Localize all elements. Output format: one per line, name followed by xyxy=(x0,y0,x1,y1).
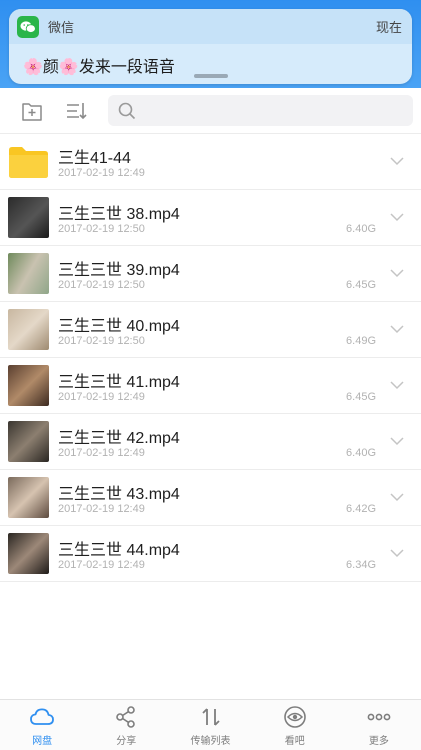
share-icon xyxy=(116,706,136,728)
more-icon xyxy=(367,713,391,721)
file-date: 2017-02-19 12:49 xyxy=(58,391,145,403)
file-date: 2017-02-19 12:49 xyxy=(58,167,145,179)
search-icon xyxy=(118,102,136,120)
file-name: 三生三世 43.mp4 xyxy=(58,486,180,503)
eye-icon xyxy=(283,706,306,728)
tab-label: 网盘 xyxy=(32,736,53,747)
video-thumbnail xyxy=(8,533,49,574)
chevron-down-icon[interactable] xyxy=(390,548,404,558)
file-size: 6.45G xyxy=(346,279,376,291)
notification-app-name: 微信 xyxy=(48,20,75,35)
file-date: 2017-02-19 12:50 xyxy=(58,223,145,235)
video-thumbnail xyxy=(8,309,49,350)
tab-share[interactable]: 分享 xyxy=(84,700,168,750)
toolbar xyxy=(0,88,421,134)
chevron-down-icon[interactable] xyxy=(390,492,404,502)
tab-transfer-list[interactable]: 传输列表 xyxy=(168,700,252,750)
file-size: 6.49G xyxy=(346,335,376,347)
folder-icon xyxy=(9,147,48,178)
notification-message: 🌸颜🌸发来一段语音 xyxy=(23,59,175,76)
list-item[interactable]: 三生三世 40.mp4 2017-02-19 12:50 6.49G xyxy=(0,302,421,358)
file-name: 三生三世 44.mp4 xyxy=(58,542,180,559)
video-thumbnail xyxy=(8,477,49,518)
chevron-down-icon[interactable] xyxy=(390,324,404,334)
file-name: 三生三世 42.mp4 xyxy=(58,430,180,447)
tab-label: 传输列表 xyxy=(190,736,231,747)
file-date: 2017-02-19 12:49 xyxy=(58,559,145,571)
transfer-icon xyxy=(201,708,220,726)
cloud-icon xyxy=(30,708,54,725)
file-date: 2017-02-19 12:50 xyxy=(58,335,145,347)
search-box[interactable] xyxy=(108,95,413,126)
sort-icon[interactable] xyxy=(65,100,87,122)
tab-label: 更多 xyxy=(368,736,389,747)
chevron-down-icon[interactable] xyxy=(390,268,404,278)
file-date: 2017-02-19 12:49 xyxy=(58,447,145,459)
file-size: 6.34G xyxy=(346,559,376,571)
chevron-down-icon[interactable] xyxy=(390,156,404,166)
file-name: 三生三世 38.mp4 xyxy=(58,206,180,223)
file-date: 2017-02-19 12:49 xyxy=(58,503,145,515)
list-item[interactable]: 三生三世 44.mp4 2017-02-19 12:49 6.34G xyxy=(0,526,421,582)
notification-handle[interactable] xyxy=(193,74,228,78)
bottom-tab-bar: 网盘 分享 传输列表 看吧 更多 xyxy=(0,699,421,750)
file-size: 6.40G xyxy=(346,223,376,235)
list-item[interactable]: 三生三世 43.mp4 2017-02-19 12:49 6.42G xyxy=(0,470,421,526)
list-item[interactable]: 三生三世 41.mp4 2017-02-19 12:49 6.45G xyxy=(0,358,421,414)
add-folder-icon[interactable] xyxy=(21,100,43,122)
list-item[interactable]: 三生三世 42.mp4 2017-02-19 12:49 6.40G xyxy=(0,414,421,470)
notification-header: 微信 现在 xyxy=(9,9,412,44)
search-input[interactable] xyxy=(108,95,413,126)
file-size: 6.40G xyxy=(346,447,376,459)
file-name: 三生41-44 xyxy=(58,150,131,167)
chevron-down-icon[interactable] xyxy=(390,380,404,390)
file-size: 6.45G xyxy=(346,391,376,403)
video-thumbnail xyxy=(8,253,49,294)
file-date: 2017-02-19 12:50 xyxy=(58,279,145,291)
tab-label: 看吧 xyxy=(284,736,305,747)
notification-time: 现在 xyxy=(375,20,402,35)
file-name: 三生三世 40.mp4 xyxy=(58,318,180,335)
file-size: 6.42G xyxy=(346,503,376,515)
notification-banner[interactable]: 微信 现在 🌸颜🌸发来一段语音 xyxy=(9,9,412,84)
list-item[interactable]: 三生三世 39.mp4 2017-02-19 12:50 6.45G xyxy=(0,246,421,302)
list-item[interactable]: 三生41-44 2017-02-19 12:49 xyxy=(0,134,421,190)
chevron-down-icon[interactable] xyxy=(390,212,404,222)
list-item[interactable]: 三生三世 38.mp4 2017-02-19 12:50 6.40G xyxy=(0,190,421,246)
tab-more[interactable]: 更多 xyxy=(337,700,421,750)
wechat-icon xyxy=(17,15,39,38)
tab-netdisk[interactable]: 网盘 xyxy=(0,700,84,750)
file-name: 三生三世 39.mp4 xyxy=(58,262,180,279)
video-thumbnail xyxy=(8,421,49,462)
tab-watch[interactable]: 看吧 xyxy=(253,700,337,750)
tab-label: 分享 xyxy=(116,736,137,747)
video-thumbnail xyxy=(8,197,49,238)
file-list: 三生41-44 2017-02-19 12:49 三生三世 38.mp4 201… xyxy=(0,134,421,582)
file-name: 三生三世 41.mp4 xyxy=(58,374,180,391)
video-thumbnail xyxy=(8,365,49,406)
chevron-down-icon[interactable] xyxy=(390,436,404,446)
